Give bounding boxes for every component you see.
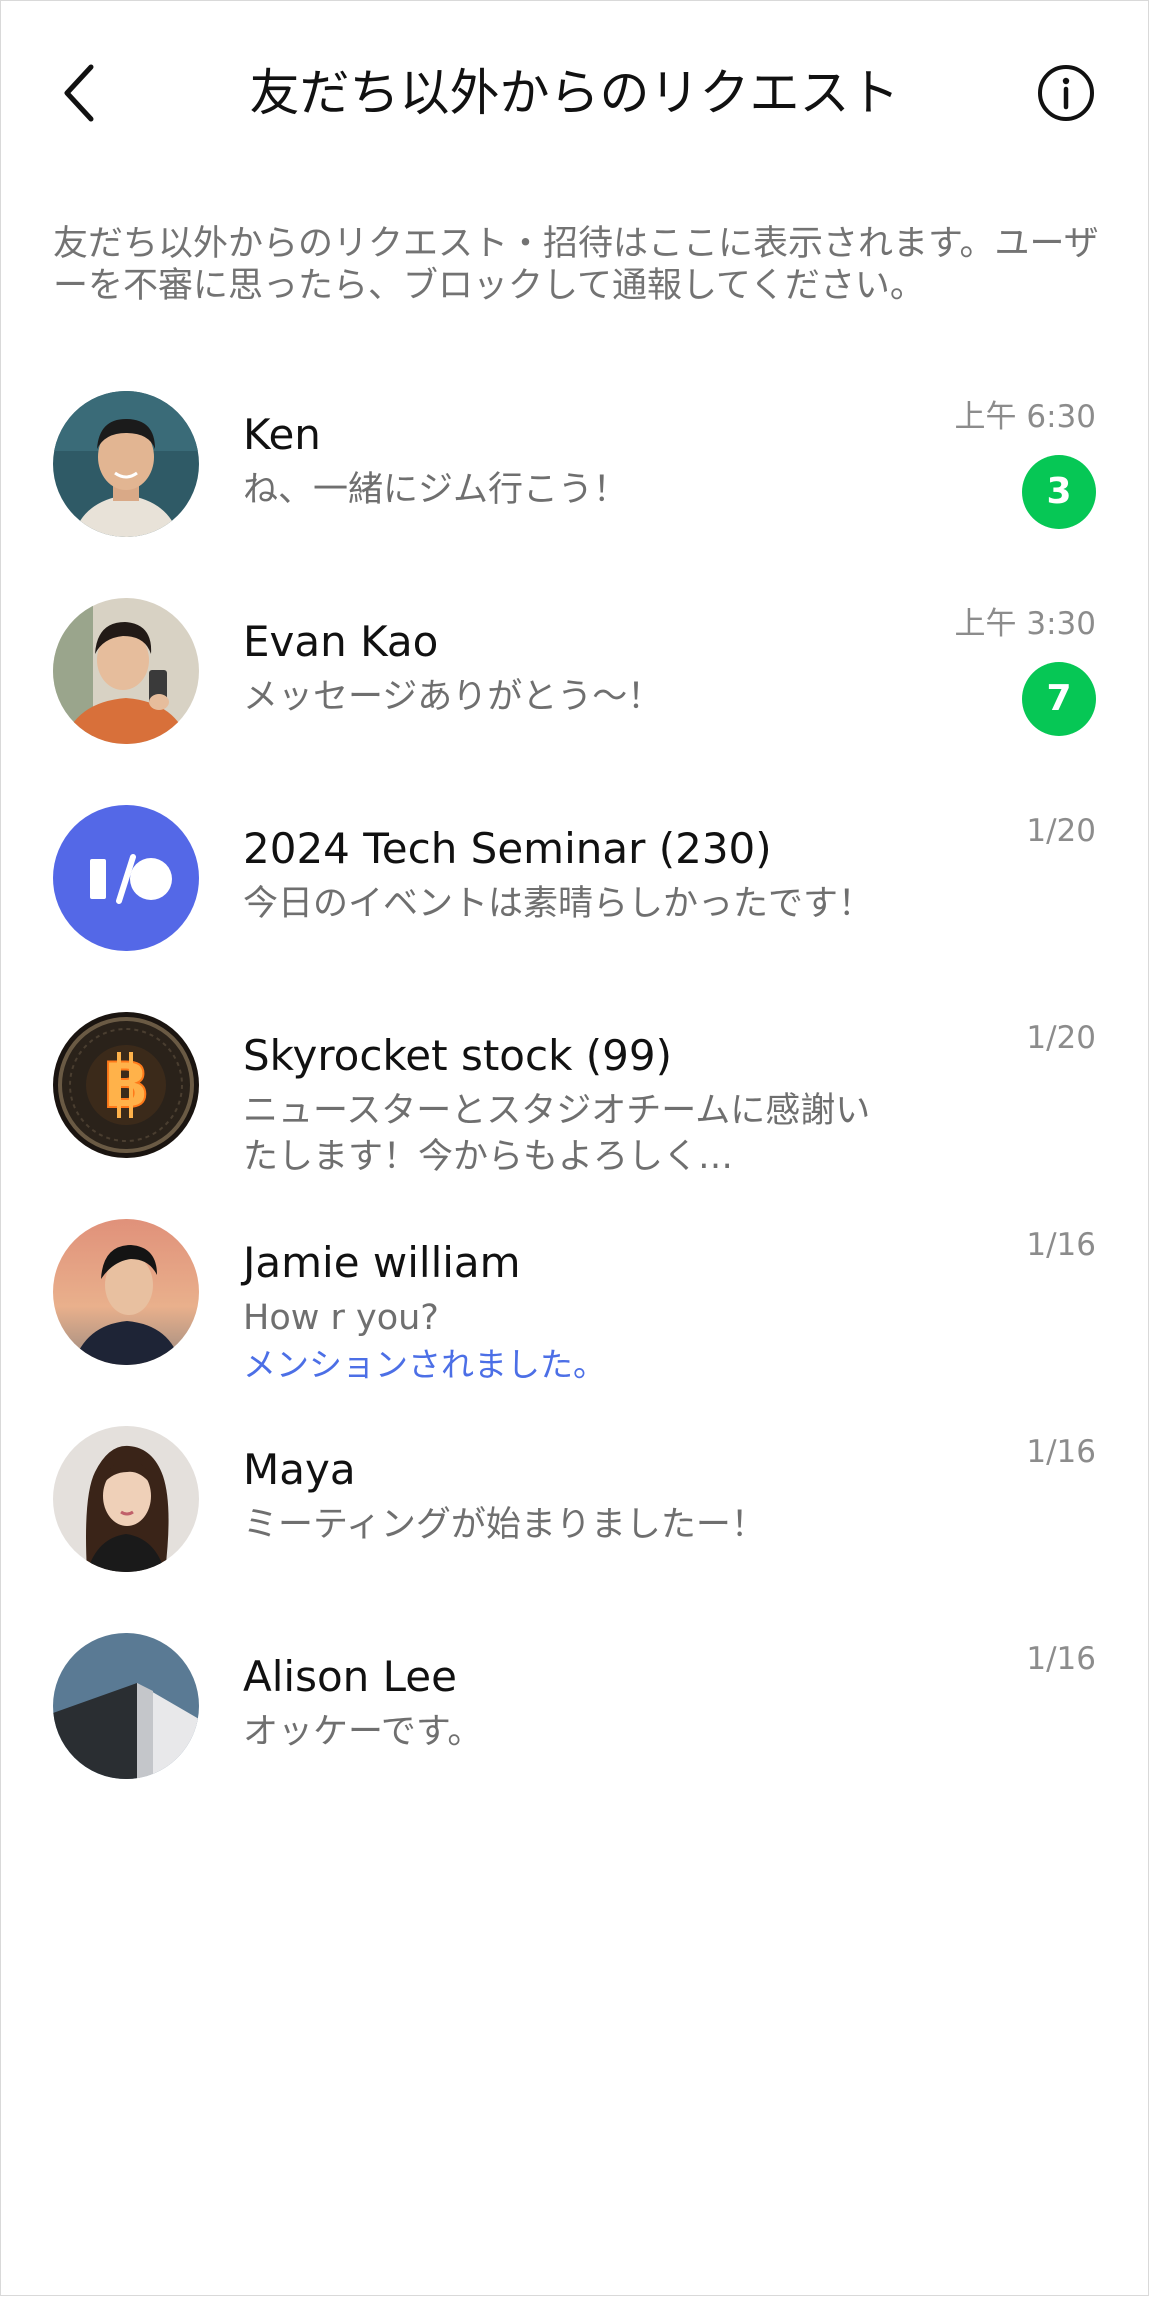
- chat-name: Alison Lee: [243, 1652, 457, 1701]
- chat-last-message: How r you?: [243, 1298, 439, 1338]
- io-logo-icon: [53, 805, 199, 951]
- chat-timestamp: 上午 3:30: [954, 606, 1096, 642]
- description-text: 友だち以外からのリクエスト・招待はここに表示されます。ユーザーを不審に思ったら、…: [53, 224, 1099, 306]
- chat-item-alison-lee[interactable]: Alison Lee オッケーです。 1/16: [1, 1621, 1148, 1821]
- avatar: [53, 598, 199, 744]
- chat-timestamp: 1/16: [1026, 1227, 1096, 1263]
- chat-last-message: ニュースターとスタジオチームに感謝いたします！今からもよろしく…: [243, 1091, 871, 1177]
- chat-last-message: 今日のイベントは素晴らしかったです！: [243, 884, 874, 924]
- chevron-left-icon: [64, 64, 94, 122]
- chat-name: 2024 Tech Seminar (230): [243, 824, 772, 873]
- chat-last-message: メッセージありがとう〜！: [243, 677, 663, 717]
- chat-item-skyrocket-stock[interactable]: B Skyrocket stock (99) ニュースターとスタジオチームに感謝…: [1, 1000, 1148, 1200]
- chat-item-ken[interactable]: Ken ね、一緒にジム行こう！ 上午 6:30 3: [1, 379, 1148, 579]
- avatar: B: [53, 1012, 199, 1158]
- chat-last-message: オッケーです。: [243, 1712, 483, 1752]
- mention-notice: メンションされました。: [243, 1345, 606, 1384]
- avatar: [53, 1426, 199, 1572]
- chat-name: Evan Kao: [243, 617, 439, 666]
- chat-name: Skyrocket stock (99): [243, 1031, 672, 1080]
- chat-last-message: ミーティングが始まりましたー！: [243, 1505, 766, 1545]
- svg-text:B: B: [102, 1049, 149, 1122]
- header-bar: 友だち以外からのリクエスト: [1, 41, 1148, 161]
- info-icon: [1038, 65, 1094, 121]
- bitcoin-icon: B: [53, 1012, 199, 1158]
- chat-item-jamie-william[interactable]: Jamie william How r you? メンションされました。 1/1…: [1, 1207, 1148, 1407]
- avatar: [53, 1219, 199, 1365]
- chat-timestamp: 1/16: [1026, 1641, 1096, 1677]
- chat-timestamp: 上午 6:30: [954, 399, 1096, 435]
- avatar: [53, 391, 199, 537]
- chat-item-evan-kao[interactable]: Evan Kao メッセージありがとう〜！ 上午 3:30 7: [1, 586, 1148, 786]
- unread-badge: 3: [1022, 455, 1096, 529]
- chat-name: Jamie william: [243, 1238, 521, 1287]
- avatar: [53, 1633, 199, 1779]
- chat-timestamp: 1/20: [1026, 1020, 1096, 1056]
- info-button[interactable]: [1036, 63, 1096, 123]
- chat-timestamp: 1/16: [1026, 1434, 1096, 1470]
- page-title: 友だち以外からのリクエスト: [249, 64, 900, 122]
- screen: 友だち以外からのリクエスト 友だち以外からのリクエスト・招待はここに表示されます…: [0, 0, 1149, 2296]
- chat-item-maya[interactable]: Maya ミーティングが始まりましたー！ 1/16: [1, 1414, 1148, 1614]
- chat-name: Maya: [243, 1445, 356, 1494]
- avatar: [53, 805, 199, 951]
- chat-last-message: ね、一緒にジム行こう！: [243, 470, 629, 510]
- chat-item-tech-seminar[interactable]: 2024 Tech Seminar (230) 今日のイベントは素晴らしかったで…: [1, 793, 1148, 993]
- back-button[interactable]: [49, 63, 109, 123]
- chat-name: Ken: [243, 410, 321, 459]
- unread-badge: 7: [1022, 662, 1096, 736]
- chat-timestamp: 1/20: [1026, 813, 1096, 849]
